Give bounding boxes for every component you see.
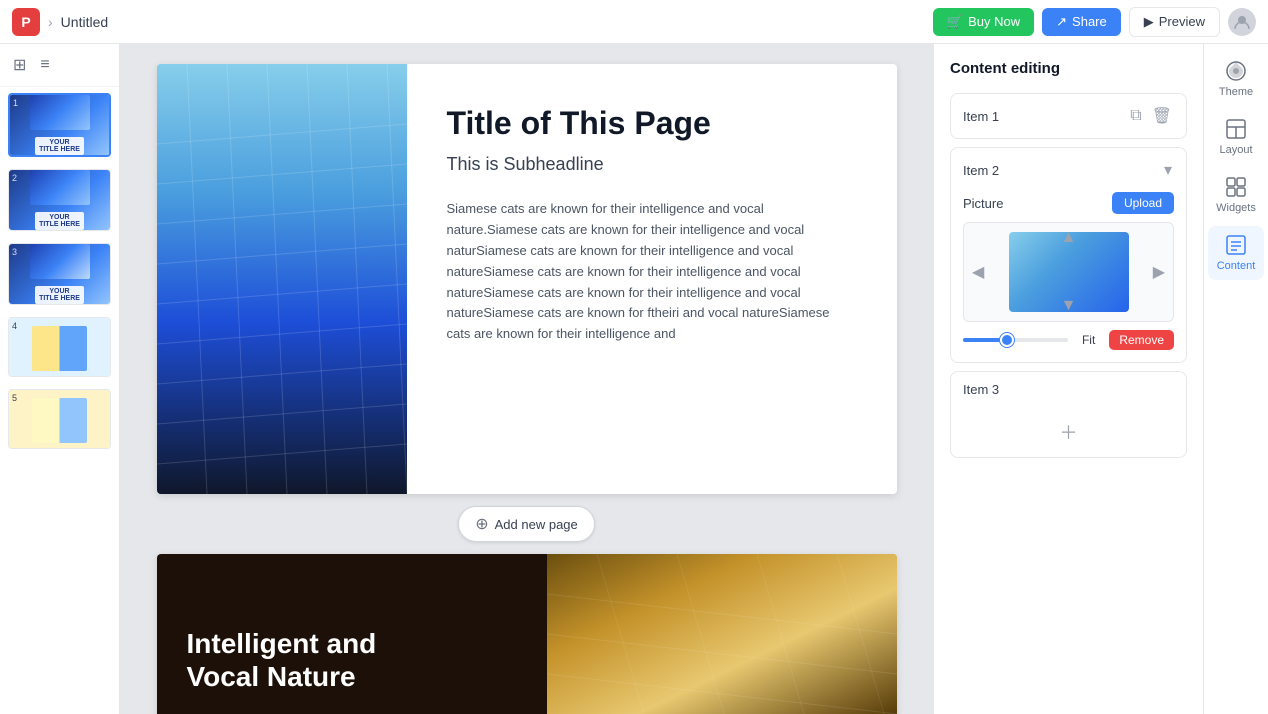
content-editing-panel: Content editing Item 1 ⧉ 🗑 Item 2 ▾	[933, 44, 1203, 714]
tool-theme[interactable]: Theme	[1208, 52, 1264, 106]
slide-1-image	[157, 64, 407, 494]
slide-number-3: 3	[12, 247, 17, 257]
content-item-1: Item 1 ⧉ 🗑	[950, 93, 1187, 139]
delete-item-1-button[interactable]: 🗑	[1150, 104, 1174, 128]
theme-label: Theme	[1219, 86, 1253, 98]
thumb-title-box-1: YOURTITLE HERE	[35, 137, 84, 155]
remove-button[interactable]: Remove	[1109, 330, 1174, 350]
image-pan-up-button[interactable]: ▲	[1061, 229, 1077, 247]
slide-2-left: Intelligent and Vocal Nature	[157, 554, 547, 714]
zoom-slider-fill	[963, 338, 1000, 342]
item-2-actions: ▾	[1162, 158, 1174, 182]
content-label: Content	[1217, 260, 1256, 272]
slide-2: Intelligent and Vocal Nature	[157, 554, 897, 714]
slides-panel: ⊞ ≡ 1 YOURTITLE HERE 2 YOURTITLE HERE 3	[0, 44, 120, 714]
theme-icon	[1225, 60, 1247, 82]
thumb-title-box-3: YOURTITLE HERE	[35, 286, 84, 304]
widgets-icon	[1225, 176, 1247, 198]
content-item-1-header[interactable]: Item 1 ⧉ 🗑	[951, 94, 1186, 138]
layout-label: Layout	[1219, 144, 1252, 156]
list-view-button[interactable]: ≡	[37, 53, 52, 77]
topbar: P › Untitled 🛒 Buy Now ↗ Share ▶ Preview	[0, 0, 1268, 44]
item-2-content: Picture Upload ▲ ◀ ▶ ▼	[951, 192, 1186, 362]
tool-content[interactable]: Content	[1208, 226, 1264, 280]
add-new-page-button[interactable]: ⊕ Add new page	[458, 506, 595, 542]
image-pan-right-button[interactable]: ▶	[1153, 262, 1165, 282]
app-logo[interactable]: P	[12, 8, 40, 36]
copy-item-1-button[interactable]: ⧉	[1128, 105, 1143, 127]
document-title: Untitled	[61, 14, 108, 30]
slide-2-title: Intelligent and Vocal Nature	[187, 627, 517, 694]
slide-thumb-2[interactable]: 2 YOURTITLE HERE	[8, 169, 111, 231]
buy-icon: 🛒	[947, 14, 963, 30]
picture-row: Picture Upload	[963, 192, 1174, 214]
slide-1-content: Title of This Page This is Subheadline S…	[407, 64, 897, 494]
slide-thumb-1[interactable]: 1 YOURTITLE HERE	[8, 93, 111, 157]
content-item-3-header[interactable]: Item 3	[951, 372, 1186, 407]
slide-number-2: 2	[12, 173, 17, 183]
content-icon	[1225, 234, 1247, 256]
slide-1-subheadline: This is Subheadline	[447, 154, 857, 175]
image-editor: ▲ ◀ ▶ ▼	[963, 222, 1174, 322]
panel-title: Content editing	[950, 60, 1187, 77]
layout-icon	[1225, 118, 1247, 140]
content-item-1-label: Item 1	[963, 109, 999, 124]
slide-thumb-3[interactable]: 3 YOURTITLE HERE	[8, 243, 111, 305]
plus-icon: ＋	[1060, 419, 1078, 445]
image-controls: Fit Remove	[963, 330, 1174, 350]
grid-view-button[interactable]: ⊞	[10, 52, 29, 78]
content-item-3: Item 3 ＋	[950, 371, 1187, 458]
tools-panel: Theme Layout Widgets	[1203, 44, 1268, 714]
slide-1-body: Siamese cats are known for their intelli…	[447, 199, 857, 345]
slide-2-image	[547, 554, 897, 714]
picture-label: Picture	[963, 196, 1003, 211]
item-1-actions: ⧉ 🗑	[1128, 104, 1174, 128]
content-item-2-header[interactable]: Item 2 ▾	[951, 148, 1186, 192]
slide-1-title: Title of This Page	[447, 104, 857, 142]
chevron-down-icon[interactable]: ▾	[1162, 158, 1174, 182]
sidebar-toolbar: ⊞ ≡	[0, 44, 119, 87]
zoom-slider-thumb[interactable]	[1000, 333, 1014, 347]
add-item-button[interactable]: ＋	[951, 407, 1186, 457]
tool-widgets[interactable]: Widgets	[1208, 168, 1264, 222]
canvas-area: Title of This Page This is Subheadline S…	[120, 44, 933, 714]
preview-icon: ▶	[1144, 14, 1154, 30]
upload-button[interactable]: Upload	[1112, 192, 1174, 214]
image-pan-left-button[interactable]: ◀	[972, 262, 984, 282]
zoom-slider-track[interactable]	[963, 338, 1068, 342]
widgets-label: Widgets	[1216, 202, 1256, 214]
content-item-3-label: Item 3	[963, 382, 999, 397]
main-layout: ⊞ ≡ 1 YOURTITLE HERE 2 YOURTITLE HERE 3	[0, 44, 1268, 714]
breadcrumb-separator: ›	[48, 14, 53, 30]
image-pan-down-button[interactable]: ▼	[1061, 297, 1077, 315]
slide-thumb-4[interactable]: 4	[8, 317, 111, 377]
content-item-2-label: Item 2	[963, 163, 999, 178]
slide-thumb-5[interactable]: 5	[8, 389, 111, 449]
buy-now-button[interactable]: 🛒 Buy Now	[933, 8, 1034, 36]
preview-button[interactable]: ▶ Preview	[1129, 7, 1220, 37]
content-item-2: Item 2 ▾ Picture Upload ▲ ◀ ▶	[950, 147, 1187, 363]
plus-icon: ⊕	[475, 514, 488, 534]
slide-1: Title of This Page This is Subheadline S…	[157, 64, 897, 494]
share-icon: ↗	[1056, 14, 1067, 30]
thumb-title-box-2: YOURTITLE HERE	[35, 212, 84, 230]
share-button[interactable]: ↗ Share	[1042, 8, 1121, 36]
slide-number-1: 1	[13, 98, 18, 108]
fit-button[interactable]: Fit	[1076, 330, 1101, 350]
building-illustration	[157, 64, 407, 494]
user-avatar[interactable]	[1228, 8, 1256, 36]
tool-layout[interactable]: Layout	[1208, 110, 1264, 164]
